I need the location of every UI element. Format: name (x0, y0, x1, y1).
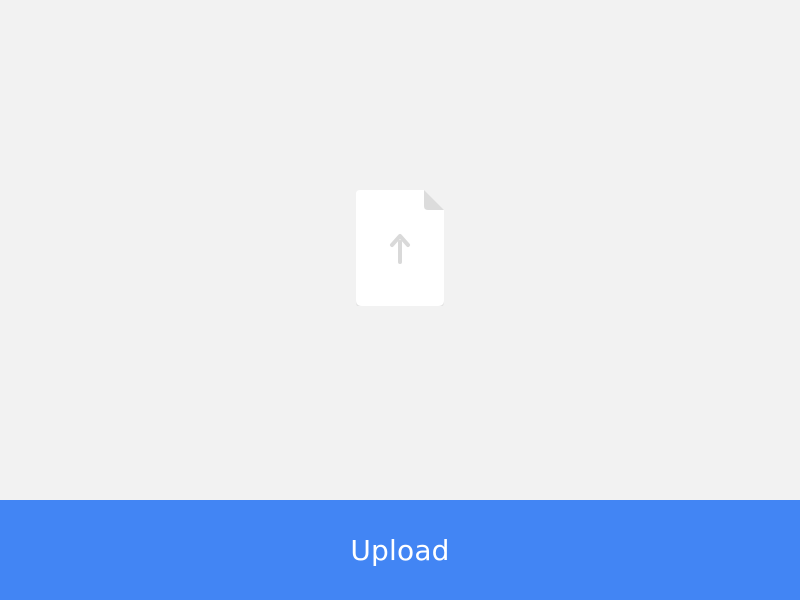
file-drop-area[interactable] (0, 0, 800, 500)
file-upload-icon[interactable] (356, 190, 444, 306)
upload-button-label: Upload (350, 533, 450, 567)
file-upload-graphic (356, 190, 444, 306)
upload-button[interactable]: Upload (0, 500, 800, 600)
